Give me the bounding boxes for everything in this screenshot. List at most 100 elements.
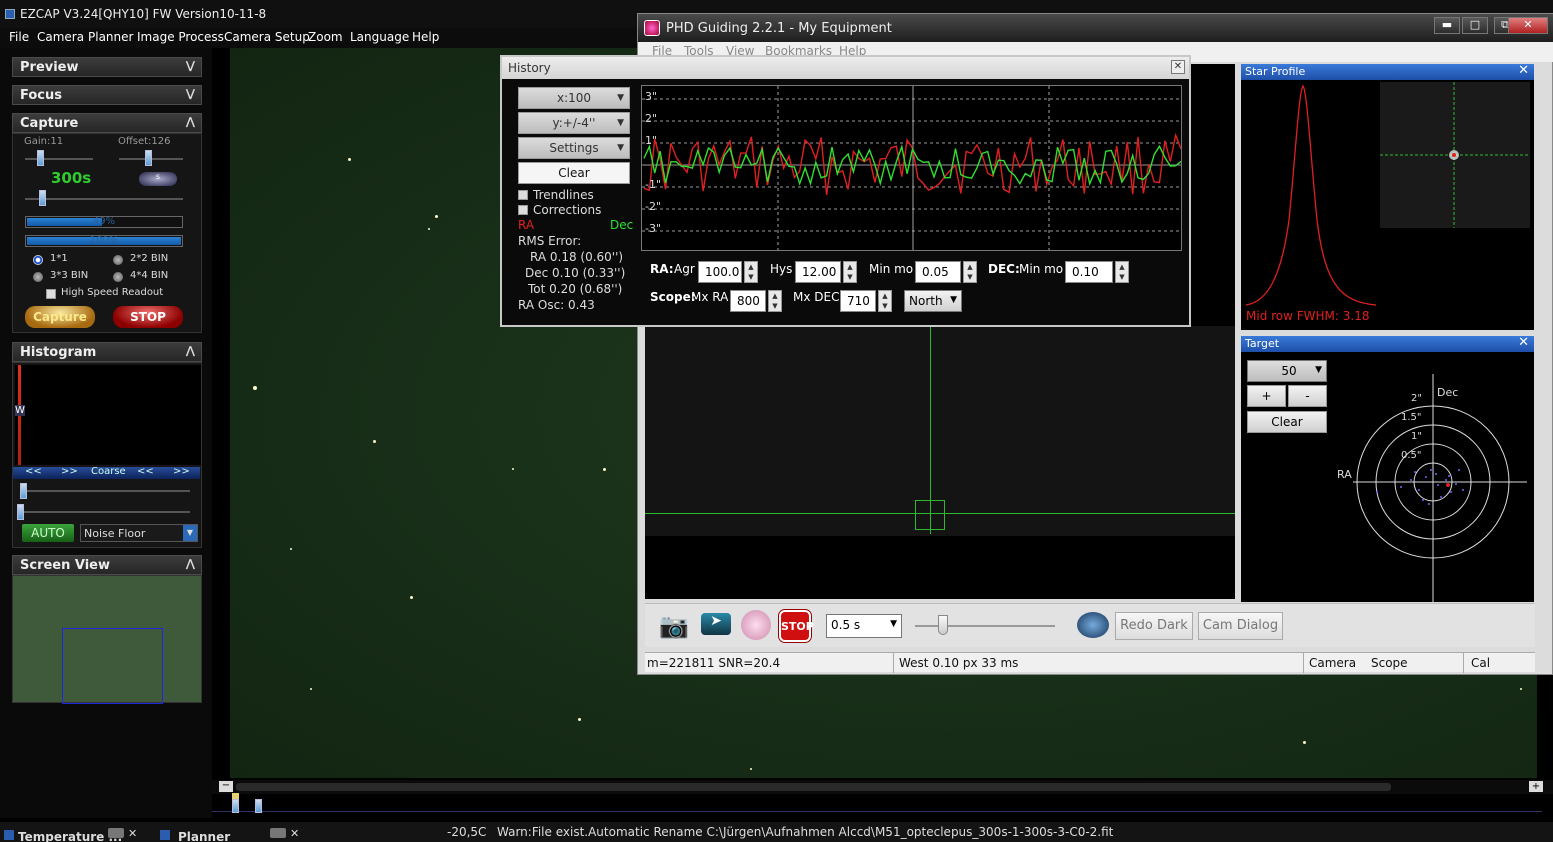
close-icon[interactable]: ✕: [1171, 60, 1185, 74]
screen-view-viewport-rect[interactable]: [62, 628, 163, 704]
ra-minmo-spinner[interactable]: ▲ ▼: [963, 261, 977, 283]
ra-agr-spinner[interactable]: ▲ ▼: [744, 261, 758, 283]
menu-file[interactable]: File: [9, 30, 29, 44]
exposure-slider-track[interactable]: [25, 198, 183, 200]
dec-direction-select[interactable]: North ▼: [904, 290, 962, 312]
hist-low-slider-thumb[interactable]: [20, 483, 27, 499]
bin-2x2-radio[interactable]: [113, 255, 123, 265]
menu-zoom[interactable]: Zoom: [308, 30, 343, 44]
dec-minmo-input[interactable]: 0.10: [1065, 261, 1113, 283]
spin-up-icon[interactable]: ▲: [964, 262, 976, 272]
minimize-icon[interactable]: [108, 828, 124, 838]
hist-right-coarse-button[interactable]: >>: [61, 466, 78, 477]
exposure-slider-thumb[interactable]: [39, 190, 46, 206]
hist-left-fine-button[interactable]: <<: [137, 466, 154, 477]
minimize-button[interactable]: ▬: [1434, 17, 1460, 34]
auto-select-star-icon[interactable]: ➤: [701, 613, 731, 635]
offset-slider-thumb[interactable]: [145, 150, 152, 166]
zoom-in-plus-icon[interactable]: +: [1529, 781, 1543, 792]
spin-up-icon[interactable]: ▲: [769, 291, 781, 301]
gamma-slider-track[interactable]: [915, 625, 1055, 627]
menu-camera[interactable]: Camera: [37, 30, 84, 44]
corrections-checkbox[interactable]: [518, 205, 528, 215]
guide-icon[interactable]: [741, 610, 771, 640]
brain-settings-icon[interactable]: [1077, 612, 1109, 638]
loop-camera-icon[interactable]: 📷: [659, 612, 689, 640]
menu-planner[interactable]: Planner: [88, 30, 133, 44]
scrollbar-thumb[interactable]: [236, 783, 1391, 791]
mxdec-spinner[interactable]: ▲ ▼: [878, 290, 892, 312]
temperature-tab[interactable]: Temperature ...: [18, 830, 122, 842]
bin-1x1-radio[interactable]: [33, 255, 43, 265]
gamma-slider-thumb[interactable]: [938, 615, 948, 635]
mxra-spinner[interactable]: ▲ ▼: [768, 290, 782, 312]
cam-dialog-button[interactable]: Cam Dialog: [1198, 612, 1283, 640]
spin-up-icon[interactable]: ▲: [844, 262, 856, 272]
gain-slider-track[interactable]: [25, 158, 93, 160]
capture-button[interactable]: Capture: [25, 306, 95, 328]
bin-3x3-radio[interactable]: [33, 272, 43, 282]
ra-minmo-input[interactable]: 0.05: [915, 261, 961, 283]
histogram-panel-header[interactable]: Histogram ⋀: [12, 342, 202, 362]
planner-tab[interactable]: Planner: [178, 830, 230, 842]
hist-mode-select[interactable]: Noise Floor ▼: [80, 524, 198, 542]
bin-4x4-radio[interactable]: [113, 272, 123, 282]
preview-panel-header[interactable]: Preview ⋁: [12, 57, 202, 77]
stop-capture-button[interactable]: STOP: [113, 306, 183, 328]
redo-dark-button[interactable]: Redo Dark: [1115, 612, 1193, 640]
menu-camera-setup[interactable]: Camera Setup: [224, 30, 310, 44]
spin-down-icon[interactable]: ▼: [769, 301, 781, 311]
dec-minmo-spinner[interactable]: ▲ ▼: [1115, 261, 1129, 283]
maximize-button[interactable]: □: [1462, 17, 1488, 34]
history-clear-button[interactable]: Clear: [518, 162, 630, 184]
close-icon[interactable]: ✕: [290, 827, 299, 840]
ra-hys-spinner[interactable]: ▲ ▼: [843, 261, 857, 283]
menu-help[interactable]: Help: [412, 30, 439, 44]
y-scale-select[interactable]: y:+/-4'' ▼: [518, 112, 630, 134]
spin-down-icon[interactable]: ▼: [964, 272, 976, 282]
hist-left-coarse-button[interactable]: <<: [25, 466, 42, 477]
mxra-input[interactable]: 800: [730, 290, 766, 312]
close-pane-icon[interactable]: ✕: [1518, 63, 1529, 78]
hist-high-slider-thumb[interactable]: [17, 504, 24, 520]
spin-up-icon[interactable]: ▲: [745, 262, 757, 272]
exposure-select[interactable]: 0.5 s ▼: [826, 614, 902, 638]
hist-high-slider-track[interactable]: [20, 511, 190, 513]
spin-up-icon[interactable]: ▲: [1116, 262, 1128, 272]
frame-seek-bar[interactable]: [212, 793, 1542, 813]
image-horizontal-scrollbar[interactable]: − +: [212, 780, 1553, 794]
spin-down-icon[interactable]: ▼: [1116, 272, 1128, 282]
menu-image-process[interactable]: Image Process: [137, 30, 224, 44]
star-profile-pane: Mid row FWHM: 3.18: [1241, 80, 1534, 330]
spin-down-icon[interactable]: ▼: [745, 272, 757, 282]
high-speed-checkbox[interactable]: [46, 289, 56, 299]
hist-low-slider-track[interactable]: [20, 490, 190, 492]
spin-up-icon[interactable]: ▲: [879, 291, 891, 301]
ra-agr-input[interactable]: 100.0: [698, 261, 742, 283]
close-pane-icon[interactable]: ✕: [1518, 335, 1529, 350]
settings-select[interactable]: Settings ▼: [518, 137, 630, 159]
trendlines-checkbox[interactable]: [518, 190, 528, 200]
screen-view-thumbnail[interactable]: [12, 575, 202, 704]
x-scale-select[interactable]: x:100 ▼: [518, 87, 630, 109]
mxdec-input[interactable]: 710: [840, 290, 876, 312]
stop-icon[interactable]: STOP: [779, 610, 814, 642]
exposure-unit-button[interactable]: s: [139, 172, 177, 186]
gain-slider-thumb[interactable]: [37, 150, 44, 166]
ra-hys-input[interactable]: 12.00: [795, 261, 841, 283]
hist-right-fine-button[interactable]: >>: [173, 466, 190, 477]
seek-thumb-a[interactable]: [232, 799, 239, 813]
minimize-icon[interactable]: [270, 828, 286, 838]
menu-language[interactable]: Language: [350, 30, 409, 44]
hist-coarse-label[interactable]: Coarse: [91, 466, 126, 477]
seek-thumb-b[interactable]: [255, 799, 262, 813]
spin-down-icon[interactable]: ▼: [879, 301, 891, 311]
focus-panel-header[interactable]: Focus ⋁: [12, 85, 202, 105]
close-button[interactable]: ✕: [1508, 17, 1548, 34]
spin-down-icon[interactable]: ▼: [844, 272, 856, 282]
screen-view-panel-header[interactable]: Screen View ⋀: [12, 555, 202, 575]
capture-panel-header[interactable]: Capture ⋀: [12, 113, 202, 133]
zoom-out-minus-icon[interactable]: −: [219, 781, 233, 792]
hist-auto-button[interactable]: AUTO: [22, 524, 74, 542]
close-icon[interactable]: ✕: [128, 827, 137, 840]
